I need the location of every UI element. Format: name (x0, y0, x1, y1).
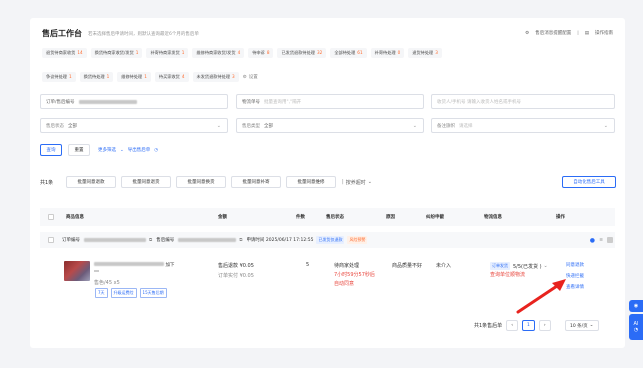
chip-dispute-pending[interactable]: 争议待处理 1 (42, 72, 76, 82)
ai-assistant-button[interactable]: AI ◔ (629, 314, 643, 340)
order-header-row: 订单编号 ⧉ 售后编号 ⧉ 申请时间 2025/06/17 17:12:55 已… (40, 232, 615, 248)
chip-buyer-receive[interactable]: 待买家收货 4 (154, 72, 189, 82)
chip-repair-pending[interactable]: 维修待处理 1 (117, 72, 151, 82)
refund-amount: 售后退款 ¥0.05 (218, 263, 254, 269)
prev-page-button[interactable]: ‹ (506, 320, 518, 331)
goods-tags: 7天 升级运费险 15天售后期 (92, 288, 167, 298)
batch-resend-button[interactable]: 批量同意补寄 (231, 176, 281, 188)
buyer-input[interactable]: 收货人/手机号 请输入收货人姓名或手机号 (431, 94, 615, 109)
chevron-down-icon: ⌄ (589, 323, 594, 328)
status-main: 待商家处理 (334, 263, 360, 269)
more-filters-link[interactable]: 更多筛选 (98, 147, 116, 153)
chip-exchange-pending[interactable]: 换货待处理 1 (79, 72, 114, 82)
select-all-checkbox[interactable] (48, 214, 54, 220)
settings-icon[interactable]: ⚙ (243, 75, 247, 80)
order-amount: 订单实付 ¥0.05 (218, 273, 254, 279)
chip-exchange-wait[interactable]: 换货待商家收货/发货 1 (90, 48, 143, 58)
logistics-info: 订单发货 5/5(已发货 ) ⌄ (490, 262, 548, 270)
reset-button[interactable]: 重置 (68, 144, 90, 156)
batch-exchange-button[interactable]: 批量同意换货 (176, 176, 226, 188)
sort-dropdown[interactable]: | 按养超时 ⌄ (342, 179, 372, 186)
after-sales-workbench-card: 售后工作台 若未选择售后申请时间，则默认查询最近6个月的售后单 ⚙ 售后消息提醒… (30, 18, 625, 348)
chip-unshipped-refund[interactable]: 未发货退款待处理 3 (192, 72, 239, 82)
batch-refund-button[interactable]: 批量同意退款 (66, 176, 116, 188)
remark-flag-select[interactable]: 备注旗帜 请选择 ⌄ (431, 118, 615, 133)
bell-icon: ⚙ (525, 30, 530, 36)
chevron-down-icon: ⌄ (367, 179, 372, 185)
copy-icon[interactable]: ⧉ (149, 237, 152, 243)
header-links: ⚙ 售后消息提醒配置 | ▤ 操作指南 (525, 30, 613, 37)
chip-resend-pending[interactable]: 补寄待处理 0 (370, 48, 405, 58)
robot-widget-icon[interactable]: ◉ (629, 300, 643, 312)
chevron-down-icon: ⌄ (412, 122, 417, 129)
chip-resend-wait-ship[interactable]: 补寄待商家发货 1 (146, 48, 189, 58)
batch-return-button[interactable]: 批量同意退货 (121, 176, 171, 188)
flag-icon[interactable] (607, 237, 613, 243)
chip-appeal[interactable]: 待申诉 8 (248, 48, 274, 58)
goods-spec: 售色/45 x5 (94, 280, 120, 286)
batch-repair-button[interactable]: 批量同意维修 (286, 176, 336, 188)
status-countdown: 7小时59分57秒后 (334, 272, 375, 278)
chevron-down-icon: ⌄ (603, 122, 608, 129)
copy-icon[interactable]: ⧉ (239, 237, 242, 243)
page-1-button[interactable]: 1 (522, 320, 535, 331)
chip-shipped-refund[interactable]: 已发货退款待处理 32 (277, 48, 327, 58)
order-checkbox[interactable] (48, 237, 54, 243)
guide-link[interactable]: 操作指南 (595, 30, 613, 36)
chat-icon: ◔ (633, 327, 639, 333)
batch-total: 共1条 (40, 180, 54, 186)
annotation-arrow-icon (516, 279, 566, 314)
status-chips-row-1: 退货待商家收货 14 换货待商家收货/发货 1 补寄待商家发货 1 维修待商家收货/发… (42, 48, 625, 58)
chip-return-wait-receive[interactable]: 退货待商家收货 14 (42, 48, 87, 58)
page-title: 售后工作台 (42, 29, 82, 38)
after-type-select[interactable]: 售后类型 全部 ⌄ (236, 118, 424, 133)
search-button[interactable]: 查询 (40, 144, 62, 156)
guide-icon: ▤ (584, 30, 589, 36)
chevron-down-icon: ⌄ (216, 122, 221, 129)
product-thumbnail[interactable] (64, 261, 90, 281)
reason: 商品质量不好 (392, 263, 423, 269)
dispute-status: 未介入 (436, 263, 452, 269)
order-no-input[interactable]: 订单/售后编号 (40, 94, 228, 109)
page-subtitle: 若未选择售后申请时间，则默认查询最近6个月的售后单 (88, 31, 199, 37)
logistics-no-input[interactable]: 物流单号 批量查询用","隔开 (236, 94, 424, 109)
tag-risk-warning: 风险预警 (347, 236, 368, 244)
qty: 5 (306, 262, 310, 268)
status-auto: 自动同意 (334, 281, 355, 287)
chip-all-pending[interactable]: 全部待处理 61 (330, 48, 367, 58)
table-header: 商品信息 金额 件数 售后状态 原因 纠纷申截 物流信息 操作 (40, 208, 615, 226)
agree-refund-link[interactable]: 同意退款 (566, 262, 584, 268)
status-chips-row-2: 争议待处理 1 换货待处理 1 维修待处理 1 待买家收货 4 未发货退款待处理 3 ⚙ … (42, 72, 625, 82)
tag-shipped-refund: 已发货仅退款 (316, 236, 345, 244)
after-status-select[interactable]: 售后状态 全部 ⌄ (40, 118, 228, 133)
chip-repair-wait[interactable]: 维修待商家收货/发货 4 (192, 48, 245, 58)
chip-return-pending[interactable]: 退货待处理 3 (408, 48, 442, 58)
more-icon[interactable]: ≡ (599, 238, 603, 243)
clock-icon: ◷ (154, 147, 159, 153)
goods-title[interactable]: 加下 (94, 262, 174, 268)
page-size-select[interactable]: 10 条/页 ⌄ (564, 320, 599, 331)
next-page-button[interactable]: › (538, 320, 551, 331)
chevron-down-icon: ⌄ (120, 147, 124, 153)
export-link[interactable]: 导出售后单 (128, 147, 151, 153)
settings-link[interactable]: 设置 (249, 74, 258, 80)
chevron-down-icon: ⌄ (543, 263, 548, 269)
pagination: 共1条售后单 ‹ 1 › 10 条/页 ⌄ (474, 320, 599, 331)
msg-config-link[interactable]: 售后消息提醒配置 (535, 30, 571, 36)
auto-tool-button[interactable]: 自动化售后工具 (562, 176, 616, 188)
service-avatar-icon[interactable]: ● (590, 237, 595, 244)
